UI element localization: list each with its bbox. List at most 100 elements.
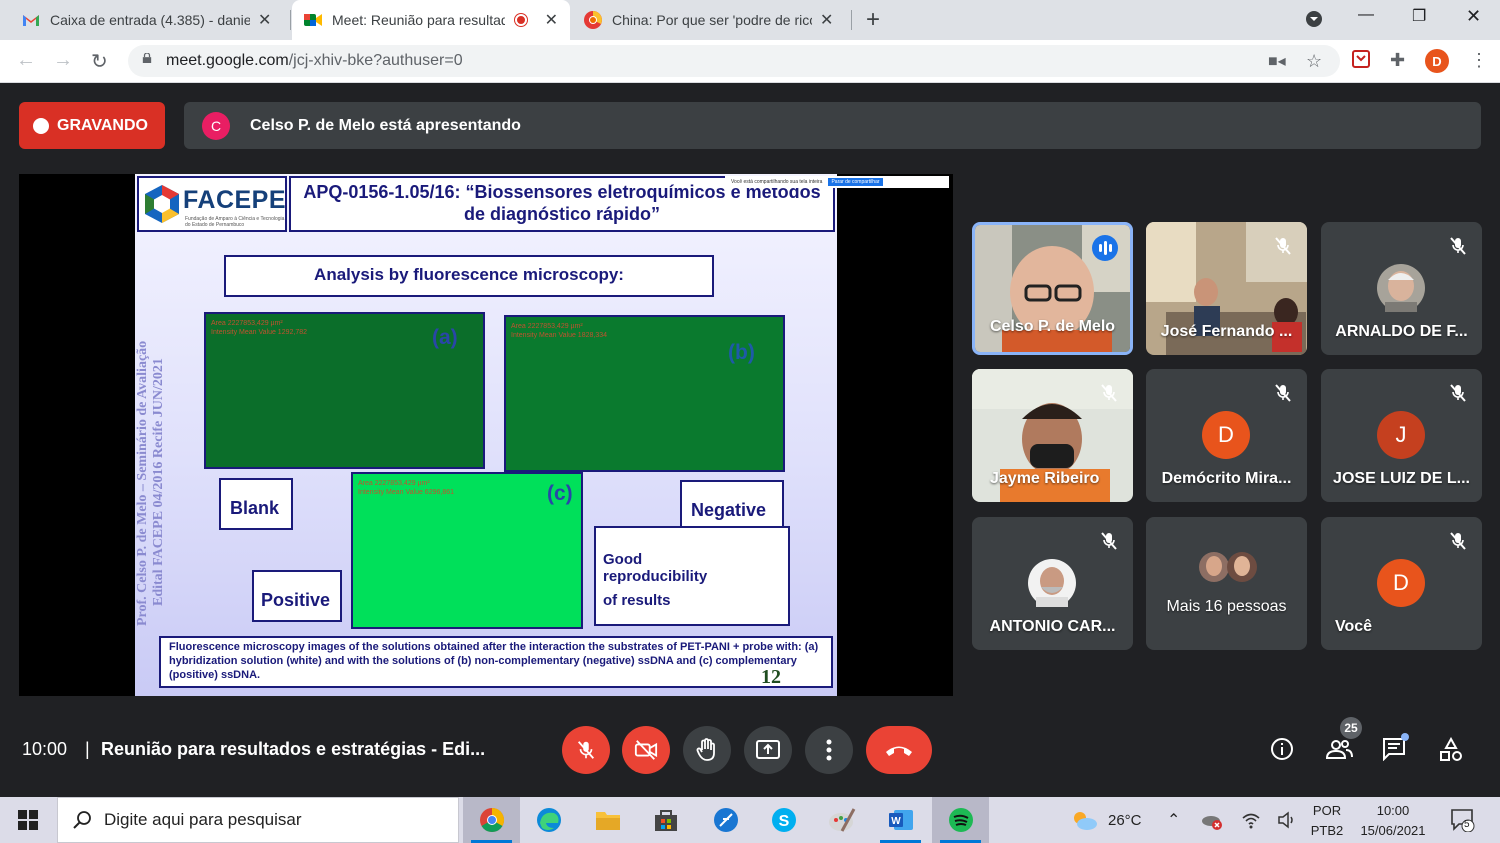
tab-gmail[interactable]: Caixa de entrada (4.385) - daniel. ✕: [10, 0, 290, 40]
bookmark-star-icon[interactable]: ☆: [1306, 51, 1322, 72]
new-tab-plus-icon[interactable]: +: [866, 6, 880, 34]
participant-tile[interactable]: Jayme Ribeiro: [972, 369, 1133, 502]
taskbar-skype[interactable]: S: [755, 797, 812, 843]
more-options-button[interactable]: [805, 726, 853, 774]
meet-icon: [304, 11, 322, 29]
volume-icon[interactable]: [1277, 809, 1297, 831]
good-line3: of results: [603, 592, 671, 609]
slide-page-number: 12: [761, 666, 781, 688]
lock-icon: [142, 53, 152, 63]
people-icon[interactable]: [1325, 737, 1353, 761]
forward-arrow-icon[interactable]: →: [53, 49, 73, 72]
presenter-avatar: C: [202, 111, 230, 140]
participant-photo: [1377, 264, 1425, 312]
facepe-hexagon-icon: [145, 185, 179, 223]
participant-tile[interactable]: Mais 16 pessoas: [1146, 517, 1307, 650]
participant-tile[interactable]: J JOSE LUIZ DE L...: [1321, 369, 1482, 502]
tab-divider: [290, 10, 291, 30]
hand-icon: [696, 738, 715, 761]
participant-tile[interactable]: ARNALDO DE F...: [1321, 222, 1482, 355]
activities-icon[interactable]: [1438, 737, 1464, 763]
participant-name: Celso P. de Melo: [989, 318, 1116, 335]
taskbar-store[interactable]: [637, 797, 694, 843]
windows-start-icon[interactable]: [18, 810, 38, 830]
mic-off-icon: [1101, 384, 1117, 402]
tab-news[interactable]: China: Por que ser 'podre de rico ✕: [572, 0, 850, 40]
mic-off-icon: [577, 741, 595, 759]
taskbar-app-blue[interactable]: [697, 797, 754, 843]
clock-separator: |: [85, 739, 90, 759]
panel-meta: Area 2227853,429 µm² Intensity Mean Value…: [511, 323, 607, 339]
present-screen-button[interactable]: [744, 726, 792, 774]
slide-caption: Fluorescence microscopy images of the so…: [159, 636, 833, 688]
taskbar-chrome[interactable]: [463, 797, 520, 843]
taskbar-time: 10:00: [1376, 803, 1410, 818]
tab-meet[interactable]: Meet: Reunião para resultado ✕: [292, 0, 570, 40]
mic-toggle-button[interactable]: [562, 726, 610, 774]
mic-off-icon: [1450, 237, 1466, 255]
panel-c: Area 2227853,429 µm² Intensity Mean Value…: [351, 472, 583, 629]
back-arrow-icon[interactable]: ←: [16, 49, 36, 72]
svg-text:S: S: [778, 813, 789, 830]
close-tab-icon[interactable]: ✕: [545, 10, 558, 30]
panel-a: Area 2227853,429 µm² Intensity Mean Value…: [204, 312, 485, 469]
participant-tile-self[interactable]: D Você: [1321, 517, 1482, 650]
weather-partly-cloudy-icon: [1074, 812, 1097, 830]
meeting-title: Reunião para resultados e estratégias - …: [101, 739, 486, 759]
close-tab-icon[interactable]: ✕: [820, 10, 833, 30]
participant-tile[interactable]: D Demócrito Mira...: [1146, 369, 1307, 502]
extension-shield-icon[interactable]: [1352, 50, 1370, 73]
onedrive-error-icon[interactable]: [1201, 809, 1223, 831]
profile-avatar[interactable]: D: [1425, 49, 1449, 73]
panel-meta: Area 2227853,429 µm² Intensity Mean Value…: [358, 480, 454, 496]
participant-tile[interactable]: José Fernando ...: [1146, 222, 1307, 355]
participant-avatar: D: [1202, 411, 1250, 459]
tray-overflow-chevron-icon[interactable]: ⌃: [1167, 797, 1180, 843]
recording-badge[interactable]: GRAVANDO: [19, 102, 165, 149]
meeting-details-icon[interactable]: [1270, 737, 1294, 761]
camera-toggle-button[interactable]: [622, 726, 670, 774]
slide: FACEPE Fundação de Amparo à Ciência e Te…: [135, 174, 837, 696]
close-window-icon[interactable]: ✕: [1466, 6, 1481, 27]
reload-icon[interactable]: ↻: [91, 49, 108, 74]
presentation-stage[interactable]: FACEPE Fundação de Amparo à Ciência e Te…: [19, 174, 953, 696]
participant-tile[interactable]: Celso P. de Melo: [972, 222, 1133, 355]
leave-call-button[interactable]: [866, 726, 932, 774]
input-language[interactable]: POR PTB2: [1306, 801, 1348, 841]
screen-share-banner: Você está compartilhando sua tela inteir…: [725, 176, 949, 188]
taskbar-paint[interactable]: [813, 797, 870, 843]
taskbar-edge[interactable]: [520, 797, 577, 843]
language-code: POR: [1312, 803, 1342, 818]
notification-center[interactable]: 5: [1450, 797, 1476, 843]
positive-label: Positive: [252, 570, 342, 622]
facepe-subtitle: Fundação de Amparo à Ciência e Tecnologi…: [185, 216, 285, 228]
participant-name: Demócrito Mira...: [1161, 470, 1292, 487]
taskbar-date: 15/06/2021: [1360, 823, 1426, 838]
participant-tile[interactable]: ANTONIO CAR...: [972, 517, 1133, 650]
taskbar-file-explorer[interactable]: [579, 797, 636, 843]
address-bar[interactable]: meet.google.com/jcj-xhiv-bke?authuser=0 …: [128, 45, 1340, 77]
feather-app-icon: [713, 808, 738, 832]
maximize-icon[interactable]: ❐: [1412, 6, 1426, 26]
extensions-puzzle-icon[interactable]: ✚: [1390, 50, 1405, 71]
stop-sharing-button[interactable]: Parar de compartilhar: [828, 178, 883, 186]
close-tab-icon[interactable]: ✕: [258, 10, 271, 30]
taskbar-search-box[interactable]: Digite aqui para pesquisar: [57, 797, 459, 843]
taskbar-clock[interactable]: 10:00 15/06/2021: [1352, 801, 1434, 841]
weather-widget[interactable]: 26°C: [1070, 797, 1142, 843]
taskbar-word[interactable]: W: [872, 797, 929, 843]
taskbar-spotify[interactable]: [932, 797, 989, 843]
wifi-icon[interactable]: [1241, 809, 1261, 831]
chrome-icon: [479, 808, 504, 833]
participant-avatar: J: [1377, 411, 1425, 459]
raise-hand-button[interactable]: [683, 726, 731, 774]
slide-side-credit: Prof. Celso P. de Melo – Seminário de Av…: [131, 304, 166, 634]
participant-name: José Fernando ...: [1160, 323, 1293, 340]
camera-in-use-icon[interactable]: ■◂: [1268, 51, 1286, 71]
participant-name: ANTONIO CAR...: [989, 618, 1116, 635]
browser-menu-icon[interactable]: ⋮: [1470, 50, 1488, 71]
minimize-icon[interactable]: —: [1358, 6, 1374, 24]
chat-unread-dot: [1401, 733, 1409, 741]
participant-name: JOSE LUIZ DE L...: [1333, 470, 1470, 487]
tab-search-icon[interactable]: [1305, 10, 1323, 33]
